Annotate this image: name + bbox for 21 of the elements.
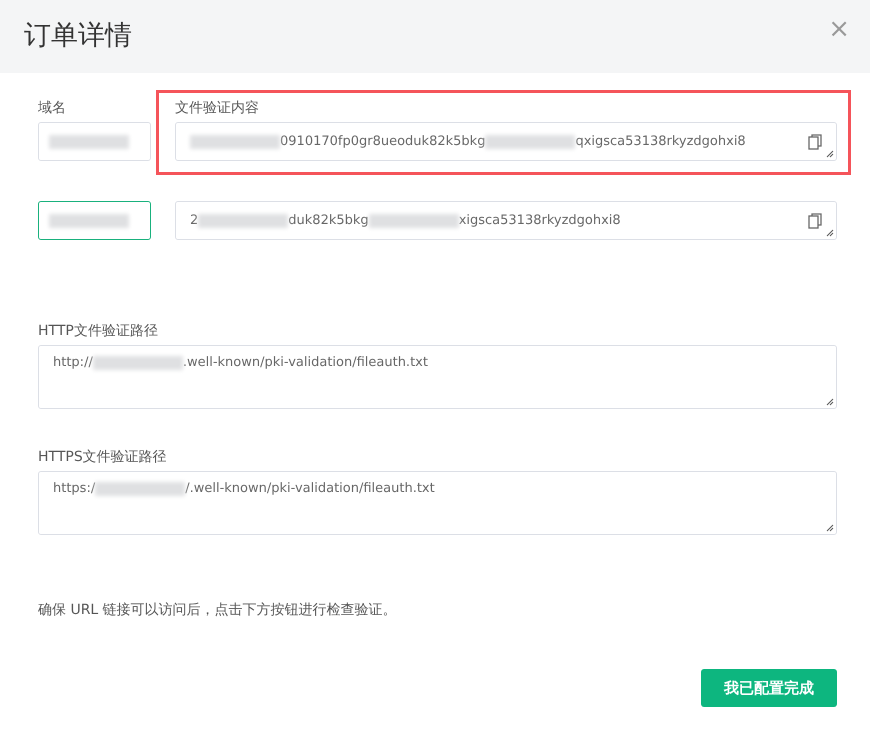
content-field[interactable]: 0910170fp0gr8ueoduk82k5bkg qxigsca53138rkyzdgohxi8: [175, 122, 837, 161]
resize-handle-icon[interactable]: [826, 524, 834, 532]
field-value: 0910170fp0gr8ueoduk82k5bkg qxigsca53138rkyzdgohxi8: [190, 134, 746, 149]
resize-handle-icon[interactable]: [826, 150, 834, 158]
copy-icon[interactable]: [808, 213, 822, 229]
field-label: HTTP文件验证路径: [38, 322, 159, 340]
field-value: 2 duk82k5bkg xigsca53138rkyzdgohxi8: [190, 213, 621, 228]
instruction-text: 确保 URL 链接可以访问后，点击下方按钮进行检查验证。: [38, 601, 398, 619]
field-label: 域名: [38, 99, 67, 117]
field-value: http:// .well-known/pki-validation/fileauth.txt: [53, 355, 429, 370]
copy-icon[interactable]: [808, 134, 822, 150]
path-textarea[interactable]: https:/ /.well-known/pki-validation/fileauth.txt: [38, 471, 837, 535]
field-label: HTTPS文件验证路径: [38, 448, 168, 466]
dialog-title: 订单详情: [24, 18, 132, 52]
field-value: https:/ /.well-known/pki-validation/fileauth.txt: [53, 481, 436, 496]
domain-field[interactable]: [38, 201, 151, 240]
path-textarea[interactable]: http:// .well-known/pki-validation/fileauth.txt: [38, 345, 837, 409]
resize-handle-icon[interactable]: [826, 398, 834, 406]
field-label: 文件验证内容: [175, 99, 260, 117]
resize-handle-icon[interactable]: [826, 229, 834, 237]
content-field[interactable]: 2 duk82k5bkg xigsca53138rkyzdgohxi8: [175, 201, 837, 240]
